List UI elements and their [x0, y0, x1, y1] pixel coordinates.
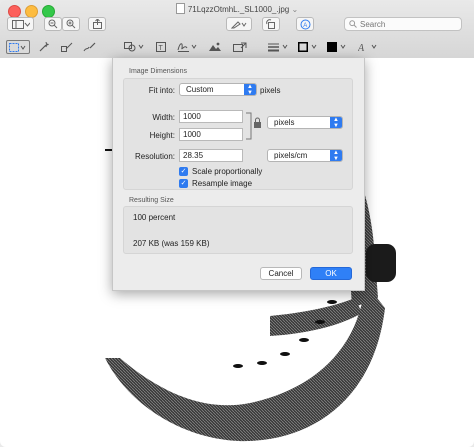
result-size-text: 207 KB (was 159 KB)	[133, 239, 210, 248]
shape-style-button[interactable]	[267, 40, 291, 54]
title-bar: 71LqzzOtmhL._SL1000_.jpg ⌄ A Search T A	[0, 0, 474, 59]
instant-alpha-button[interactable]	[38, 40, 50, 54]
fit-into-value: Custom	[186, 85, 214, 94]
markup-circle-icon: A	[300, 19, 310, 29]
fit-into-unit-label: pixels	[260, 86, 281, 95]
markup-toolbar-button[interactable]	[226, 17, 252, 31]
document-icon	[175, 3, 185, 14]
draw-icon	[83, 42, 96, 52]
sidebar-view-button[interactable]	[7, 17, 34, 31]
zoom-out-button[interactable]	[44, 17, 62, 31]
scale-proportionally-label: Scale proportionally	[192, 167, 263, 176]
scale-proportionally-checkbox[interactable]: ✓	[179, 167, 188, 176]
sign-button[interactable]	[176, 40, 200, 54]
share-button[interactable]	[88, 17, 106, 31]
chevron-down-icon: ⌄	[291, 5, 299, 14]
rotate-button[interactable]	[262, 17, 280, 31]
search-icon	[349, 20, 357, 28]
fit-into-popup[interactable]: Custom ▲ ▼	[179, 83, 257, 96]
window-title[interactable]: 71LqzzOtmhL._SL1000_.jpg ⌄	[0, 3, 474, 14]
share-icon	[92, 19, 102, 29]
text-style-button[interactable]: A	[357, 40, 381, 54]
sidebar-icon	[11, 19, 30, 29]
resolution-unit-popup[interactable]: pixels/cm ▲ ▼	[267, 149, 343, 162]
ok-button[interactable]: OK	[310, 267, 352, 280]
draw-tool-button[interactable]	[82, 40, 98, 54]
border-color-icon	[298, 42, 317, 52]
shapes-button[interactable]	[123, 40, 147, 54]
cancel-button[interactable]: Cancel	[260, 267, 302, 280]
text-style-icon: A	[358, 43, 377, 52]
svg-text:A: A	[358, 43, 365, 52]
resample-image-checkbox[interactable]: ✓	[179, 179, 188, 188]
shapes-icon	[124, 42, 144, 52]
fill-color-icon	[327, 42, 346, 52]
svg-text:T: T	[159, 45, 164, 52]
adjust-size-icon	[233, 42, 247, 52]
annotate-button[interactable]: A	[296, 17, 314, 31]
adjust-size-button[interactable]	[232, 40, 248, 54]
size-unit-popup[interactable]: pixels ▲ ▼	[267, 116, 343, 129]
sketch-tool-button[interactable]	[60, 40, 74, 54]
zoom-in-button[interactable]	[62, 17, 80, 31]
border-color-button[interactable]	[297, 40, 321, 54]
resolution-label: Resolution:	[134, 152, 175, 161]
preview-window: 71LqzzOtmhL._SL1000_.jpg ⌄ A Search T A …	[0, 0, 474, 447]
text-tool-button[interactable]: T	[154, 40, 168, 54]
selection-tool-button[interactable]	[6, 40, 30, 54]
adjust-size-dialog: Image Dimensions Fit into: Custom ▲ ▼ pix…	[112, 58, 365, 291]
image-dimensions-title: Image Dimensions	[129, 68, 187, 75]
window-title-text: 71LqzzOtmhL._SL1000_.jpg	[187, 5, 290, 14]
magic-wand-icon	[39, 42, 49, 52]
width-label: Width:	[152, 113, 175, 122]
zoom-out-icon	[48, 19, 58, 29]
rotate-icon	[266, 19, 275, 29]
resulting-size-title: Resulting Size	[129, 197, 174, 204]
text-box-icon: T	[156, 42, 166, 52]
adjust-color-button[interactable]	[208, 40, 222, 54]
pen-tip-icon	[231, 20, 247, 28]
adjust-color-icon	[209, 42, 221, 51]
resolution-field[interactable]	[179, 149, 243, 162]
updown-chevron-icon: ▲ ▼	[244, 84, 256, 96]
fill-color-button[interactable]	[326, 40, 350, 54]
fit-into-label: Fit into:	[148, 86, 175, 95]
updown-chevron-icon: ▲ ▼	[330, 117, 342, 129]
signature-icon	[177, 43, 197, 52]
zoom-in-icon	[66, 19, 76, 29]
updown-chevron-icon: ▲ ▼	[330, 150, 342, 162]
svg-text:A: A	[303, 23, 307, 29]
search-input[interactable]	[360, 19, 450, 29]
resolution-unit-value: pixels/cm	[274, 151, 308, 160]
markup-toolbar: T A	[0, 37, 474, 57]
rectangular-selection-icon	[9, 42, 26, 52]
height-label: Height:	[149, 131, 175, 140]
line-style-icon	[268, 43, 288, 52]
proportional-lock-icon[interactable]	[246, 112, 264, 140]
width-field[interactable]	[179, 110, 243, 123]
search-field[interactable]	[344, 17, 462, 31]
resample-image-label: Resample image	[192, 179, 253, 188]
sketch-icon	[61, 42, 73, 52]
size-unit-value: pixels	[274, 118, 295, 127]
height-field[interactable]	[179, 128, 243, 141]
result-percent-text: 100 percent	[133, 213, 176, 222]
